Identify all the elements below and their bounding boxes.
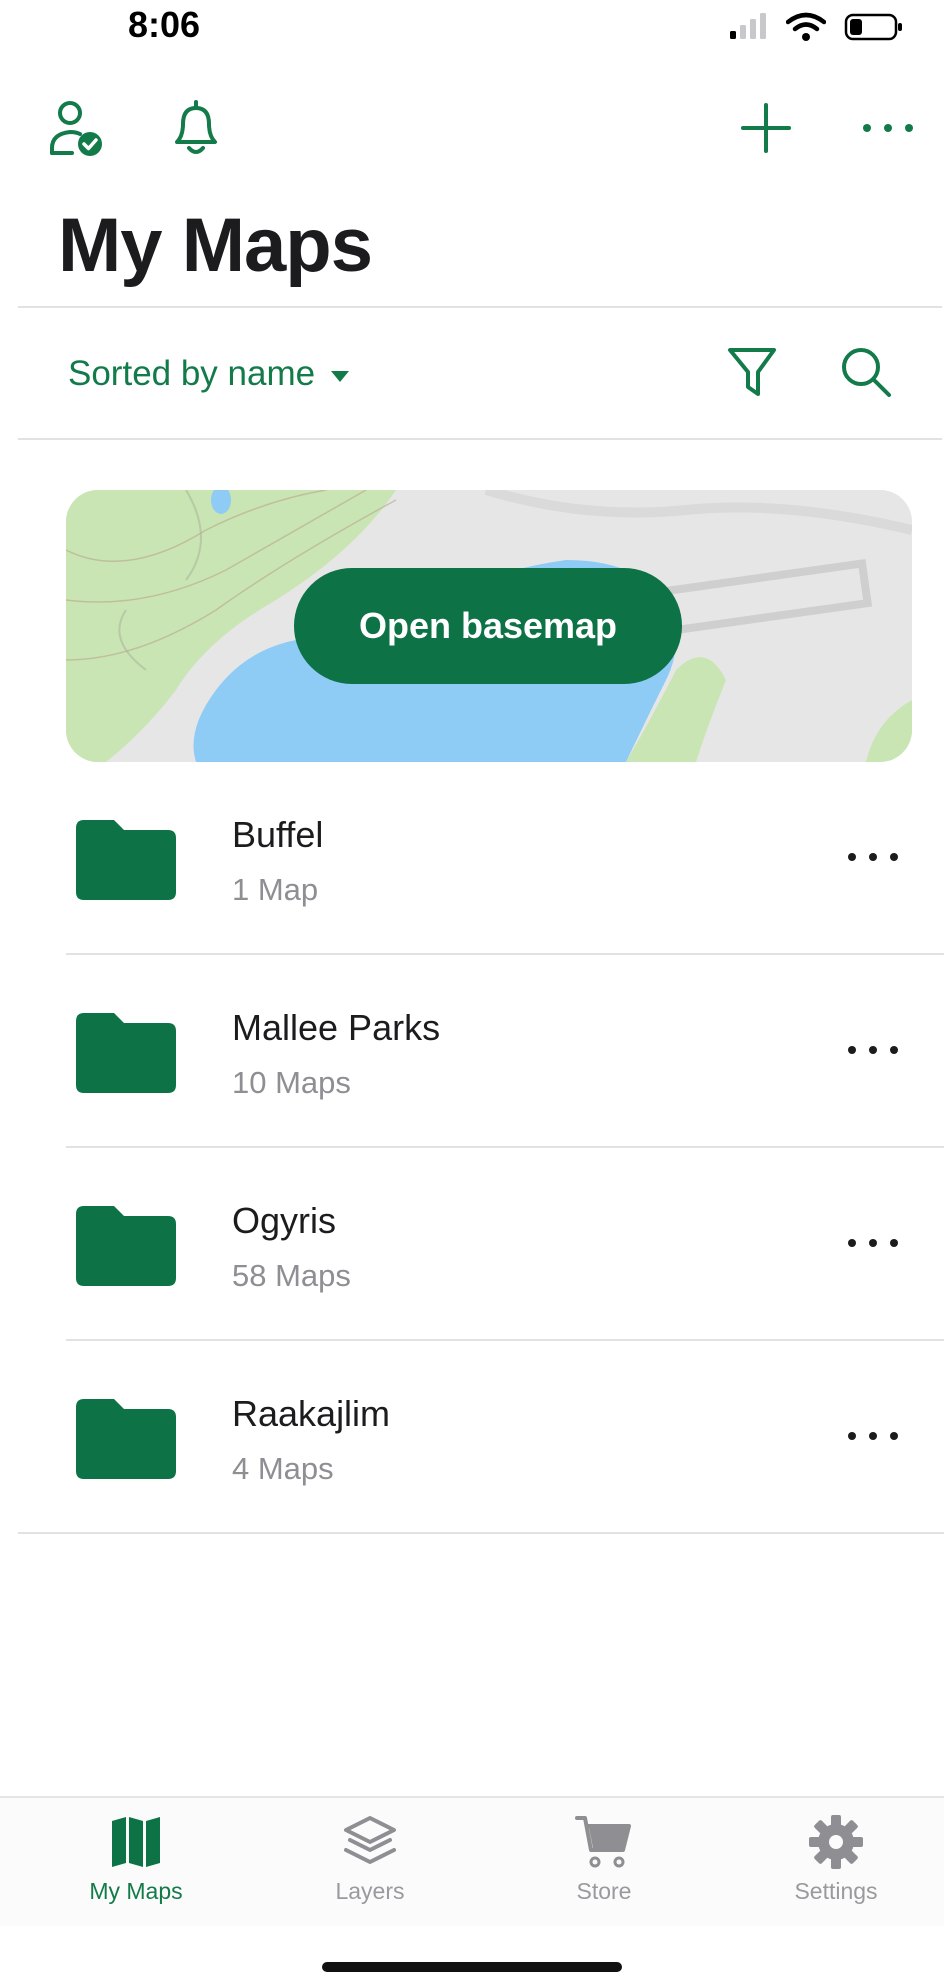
- more-button[interactable]: [858, 100, 918, 160]
- folder-count: 10 Maps: [232, 1065, 351, 1100]
- signal-icon: [728, 13, 768, 46]
- folder-icon: [74, 1204, 178, 1288]
- search-button[interactable]: [836, 344, 896, 404]
- more-horizontal-icon: [847, 1042, 899, 1060]
- folder-icon: [74, 818, 178, 902]
- filter-icon: [725, 344, 779, 405]
- notifications-button[interactable]: [166, 98, 226, 163]
- account-verified-icon: [46, 98, 106, 163]
- tab-store[interactable]: Store: [514, 1812, 694, 1922]
- bell-icon: [169, 98, 223, 163]
- tab-layers[interactable]: Layers: [280, 1812, 460, 1922]
- folder-icon: [74, 1397, 178, 1481]
- my-maps-screen: 8:06 My Maps Sorted by name Open basemap…: [0, 0, 944, 1980]
- tab-label: My Maps: [89, 1878, 183, 1904]
- battery-icon: [844, 12, 904, 47]
- tab-label: Layers: [335, 1878, 405, 1904]
- toolbar-divider: [18, 438, 942, 440]
- folder-list: Buffel 1 Map Mallee Parks 10 Maps Ogyris…: [0, 762, 944, 1534]
- folder-row-buffel[interactable]: Buffel 1 Map: [0, 762, 944, 955]
- add-button[interactable]: [736, 100, 796, 160]
- page-title: My Maps: [58, 203, 373, 288]
- tab-label: Store: [576, 1878, 632, 1904]
- folder-count: 58 Maps: [232, 1258, 351, 1293]
- gear-icon: [806, 1812, 866, 1872]
- home-indicator[interactable]: [322, 1962, 622, 1972]
- open-basemap-button[interactable]: Open basemap: [294, 568, 682, 684]
- plus-icon: [739, 101, 793, 160]
- sort-dropdown[interactable]: Sorted by name: [68, 354, 350, 394]
- caret-down-icon: [331, 370, 350, 382]
- bottom-tab-bar: My Maps Layers Store Settings: [0, 1796, 944, 1926]
- more-horizontal-icon: [847, 1235, 899, 1253]
- folder-count: 1 Map: [232, 872, 319, 907]
- status-bar: 8:06: [0, 0, 944, 60]
- folder-more-button[interactable]: [838, 838, 908, 878]
- folder-name: Ogyris: [232, 1200, 337, 1241]
- folder-row-raakajlim[interactable]: Raakajlim 4 Maps: [0, 1341, 944, 1534]
- basemap-preview[interactable]: Open basemap: [66, 490, 912, 762]
- folder-more-button[interactable]: [838, 1417, 908, 1457]
- tab-my-maps[interactable]: My Maps: [46, 1812, 226, 1922]
- tab-label: Settings: [794, 1878, 878, 1904]
- folder-more-button[interactable]: [838, 1031, 908, 1071]
- folder-more-button[interactable]: [838, 1224, 908, 1264]
- tab-settings[interactable]: Settings: [746, 1812, 926, 1922]
- folder-icon: [74, 1011, 178, 1095]
- search-icon: [838, 344, 894, 405]
- more-horizontal-icon: [847, 1428, 899, 1446]
- folder-name: Raakajlim: [232, 1393, 391, 1434]
- cart-icon: [574, 1812, 634, 1872]
- filter-button[interactable]: [722, 344, 782, 404]
- sort-label: Sorted by name: [68, 354, 316, 393]
- folder-row-mallee-parks[interactable]: Mallee Parks 10 Maps: [0, 955, 944, 1148]
- account-button[interactable]: [46, 100, 106, 160]
- folder-name: Buffel: [232, 814, 324, 855]
- list-end-divider: [18, 1532, 944, 1534]
- folder-name: Mallee Parks: [232, 1007, 441, 1048]
- wifi-icon: [785, 12, 827, 47]
- header-divider: [18, 306, 942, 308]
- status-time: 8:06: [128, 4, 201, 45]
- status-icons: [728, 12, 904, 47]
- folder-count: 4 Maps: [232, 1451, 334, 1486]
- map-icon: [106, 1812, 166, 1872]
- more-horizontal-icon: [847, 849, 899, 867]
- layers-icon: [340, 1812, 400, 1872]
- more-horizontal-icon: [861, 121, 915, 140]
- folder-row-ogyris[interactable]: Ogyris 58 Maps: [0, 1148, 944, 1341]
